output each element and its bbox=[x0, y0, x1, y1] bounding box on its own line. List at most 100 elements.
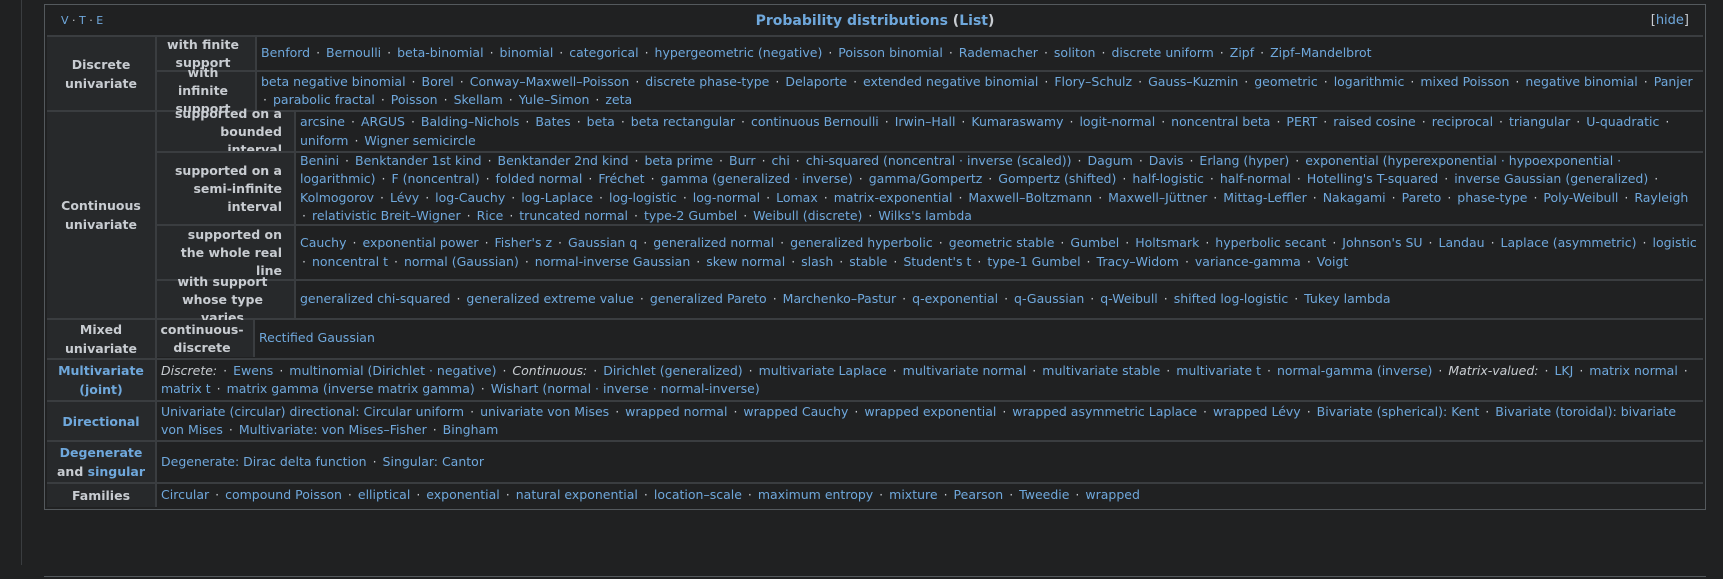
distribution-link[interactable]: multinomial (Dirichlet · negative) bbox=[289, 363, 496, 378]
distribution-link[interactable]: Rice bbox=[477, 208, 504, 223]
distribution-link[interactable]: elliptical bbox=[358, 487, 410, 502]
distribution-link[interactable]: multivariate Laplace bbox=[759, 363, 887, 378]
distribution-link[interactable]: beta bbox=[587, 114, 615, 129]
distribution-link[interactable]: Singular: Cantor bbox=[383, 454, 484, 469]
distribution-link[interactable]: reciprocal bbox=[1432, 114, 1493, 129]
distribution-link[interactable]: Kumaraswamy bbox=[971, 114, 1063, 129]
distribution-link[interactable]: shifted log-logistic bbox=[1174, 291, 1288, 306]
distribution-link[interactable]: Multivariate: von Mises–Fisher bbox=[239, 422, 427, 437]
distribution-link[interactable]: extended negative binomial bbox=[863, 74, 1038, 89]
distribution-link[interactable]: Maxwell–Boltzmann bbox=[968, 190, 1092, 205]
distribution-link[interactable]: Bingham bbox=[443, 422, 499, 437]
navbox-title-link[interactable]: Probability distributions bbox=[756, 13, 948, 29]
distribution-link[interactable]: geometric stable bbox=[949, 235, 1055, 250]
distribution-link[interactable]: generalized hyperbolic bbox=[790, 235, 933, 250]
distribution-link[interactable]: parabolic fractal bbox=[273, 92, 375, 107]
distribution-link[interactable]: LKJ bbox=[1554, 363, 1573, 378]
distribution-link[interactable]: Lévy bbox=[390, 190, 419, 205]
distribution-link[interactable]: logit-normal bbox=[1079, 114, 1155, 129]
distribution-link[interactable]: location–scale bbox=[654, 487, 742, 502]
distribution-link[interactable]: matrix t bbox=[161, 381, 211, 396]
navbox-list-link[interactable]: List bbox=[959, 13, 988, 29]
distribution-link[interactable]: Student's t bbox=[903, 254, 971, 269]
distribution-link[interactable]: compound Poisson bbox=[225, 487, 342, 502]
distribution-link[interactable]: Irwin–Hall bbox=[895, 114, 956, 129]
distribution-link[interactable]: Ewens bbox=[233, 363, 273, 378]
distribution-link[interactable]: Zipf–Mandelbrot bbox=[1270, 45, 1371, 60]
distribution-link[interactable]: Borel bbox=[422, 74, 454, 89]
distribution-link[interactable]: noncentral t bbox=[312, 254, 388, 269]
distribution-link[interactable]: log-logistic bbox=[609, 190, 677, 205]
distribution-link[interactable]: normal (Gaussian) bbox=[404, 254, 519, 269]
distribution-link[interactable]: categorical bbox=[569, 45, 638, 60]
distribution-link[interactable]: discrete uniform bbox=[1111, 45, 1213, 60]
distribution-link[interactable]: Rayleigh bbox=[1634, 190, 1688, 205]
distribution-link[interactable]: mixture bbox=[889, 487, 937, 502]
vte-edit-link[interactable]: E bbox=[96, 14, 103, 27]
distribution-link[interactable]: logarithmic bbox=[1334, 74, 1405, 89]
distribution-link[interactable]: normal-inverse Gaussian bbox=[535, 254, 690, 269]
distribution-link[interactable]: Circular bbox=[161, 487, 209, 502]
distribution-link[interactable]: matrix-exponential bbox=[834, 190, 953, 205]
distribution-link[interactable]: type-1 Gumbel bbox=[987, 254, 1080, 269]
distribution-link[interactable]: Bernoulli bbox=[326, 45, 381, 60]
distribution-link[interactable]: hypergeometric (negative) bbox=[655, 45, 823, 60]
distribution-link[interactable]: Tweedie bbox=[1019, 487, 1069, 502]
distribution-link[interactable]: Conway–Maxwell–Poisson bbox=[470, 74, 630, 89]
distribution-link[interactable]: ARGUS bbox=[361, 114, 405, 129]
distribution-link[interactable]: Gaussian q bbox=[568, 235, 637, 250]
distribution-link[interactable]: type-2 Gumbel bbox=[644, 208, 737, 223]
distribution-link[interactable]: Dagum bbox=[1088, 153, 1133, 168]
distribution-link[interactable]: Yule–Simon bbox=[519, 92, 590, 107]
vte-talk-link[interactable]: T bbox=[79, 14, 86, 27]
distribution-link[interactable]: multivariate t bbox=[1176, 363, 1261, 378]
degenerate-link[interactable]: Degenerate bbox=[60, 445, 143, 460]
distribution-link[interactable]: multivariate stable bbox=[1042, 363, 1160, 378]
distribution-link[interactable]: wrapped bbox=[1085, 487, 1140, 502]
distribution-link[interactable]: variance-gamma bbox=[1195, 254, 1301, 269]
distribution-link[interactable]: skew normal bbox=[706, 254, 785, 269]
hide-link[interactable]: hide bbox=[1656, 13, 1684, 28]
distribution-link[interactable]: wrapped Lévy bbox=[1213, 404, 1301, 419]
distribution-link[interactable]: arcsine bbox=[300, 114, 345, 129]
distribution-link[interactable]: Pareto bbox=[1402, 190, 1442, 205]
distribution-link[interactable]: Hotelling's T-squared bbox=[1307, 171, 1438, 186]
distribution-link[interactable]: Benini bbox=[300, 153, 339, 168]
distribution-link[interactable]: Lomax bbox=[776, 190, 818, 205]
distribution-link[interactable]: Wilks's lambda bbox=[878, 208, 972, 223]
distribution-link[interactable]: half-normal bbox=[1220, 171, 1291, 186]
distribution-link[interactable]: Pearson bbox=[954, 487, 1004, 502]
distribution-link[interactable]: Laplace (asymmetric) bbox=[1501, 235, 1637, 250]
distribution-link[interactable]: Delaporte bbox=[785, 74, 847, 89]
distribution-link[interactable]: Fréchet bbox=[598, 171, 644, 186]
distribution-link[interactable]: Tukey lambda bbox=[1304, 291, 1390, 306]
distribution-link[interactable]: discrete phase-type bbox=[645, 74, 769, 89]
distribution-link[interactable]: matrix normal bbox=[1589, 363, 1678, 378]
distribution-link[interactable]: negative binomial bbox=[1525, 74, 1637, 89]
distribution-link[interactable]: Gumbel bbox=[1070, 235, 1119, 250]
distribution-link[interactable]: mixed Poisson bbox=[1420, 74, 1509, 89]
distribution-link[interactable]: gamma/Gompertz bbox=[869, 171, 983, 186]
distribution-link[interactable]: Panjer bbox=[1654, 74, 1693, 89]
distribution-link[interactable]: Dirichlet (generalized) bbox=[603, 363, 742, 378]
distribution-link[interactable]: Fisher's z bbox=[495, 235, 553, 250]
distribution-link[interactable]: soliton bbox=[1054, 45, 1096, 60]
distribution-link[interactable]: phase-type bbox=[1457, 190, 1527, 205]
distribution-link[interactable]: gamma (generalized · inverse) bbox=[661, 171, 853, 186]
distribution-link[interactable]: Skellam bbox=[454, 92, 503, 107]
distribution-link[interactable]: Erlang (hyper) bbox=[1199, 153, 1289, 168]
distribution-link[interactable]: log-Cauchy bbox=[435, 190, 505, 205]
distribution-link[interactable]: beta-binomial bbox=[397, 45, 483, 60]
distribution-link[interactable]: Wigner semicircle bbox=[364, 133, 475, 148]
distribution-link[interactable]: folded normal bbox=[496, 171, 583, 186]
distribution-link[interactable]: binomial bbox=[500, 45, 554, 60]
distribution-link[interactable]: chi bbox=[772, 153, 790, 168]
distribution-link[interactable]: Mittag-Leffler bbox=[1223, 190, 1307, 205]
singular-link[interactable]: singular bbox=[88, 464, 145, 479]
distribution-link[interactable]: wrapped Cauchy bbox=[743, 404, 848, 419]
distribution-link[interactable]: generalized normal bbox=[653, 235, 774, 250]
distribution-link[interactable]: Bivariate (spherical): Kent bbox=[1317, 404, 1480, 419]
distribution-link[interactable]: relativistic Breit–Wigner bbox=[312, 208, 461, 223]
distribution-link[interactable]: Kolmogorov bbox=[300, 190, 374, 205]
distribution-link[interactable]: Benford bbox=[261, 45, 310, 60]
